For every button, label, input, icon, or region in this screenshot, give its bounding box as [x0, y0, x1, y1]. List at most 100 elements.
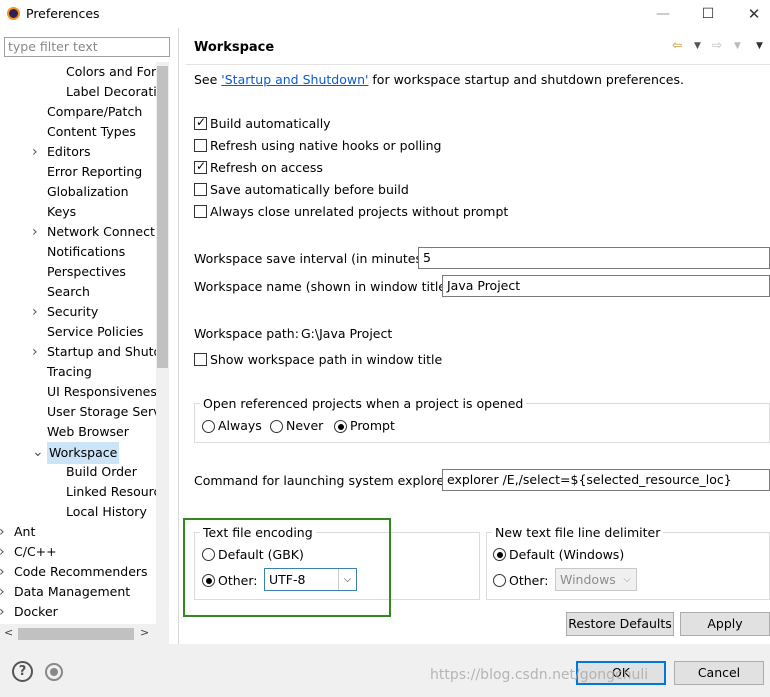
tree-item[interactable]: Notifications [0, 242, 156, 262]
default-delimiter-radio[interactable] [493, 548, 506, 561]
other-delimiter-radio[interactable] [493, 574, 506, 587]
tree-item-label: Compare/Patch [47, 104, 143, 119]
tree-item[interactable]: Perspectives [0, 262, 156, 282]
forward-menu-chevron-icon[interactable]: ▼ [734, 41, 741, 51]
scroll-right-icon[interactable]: > [140, 626, 149, 639]
tree-item-label: Service Policies [47, 324, 144, 339]
splitter[interactable] [178, 28, 179, 644]
tree-item[interactable]: › Code Recommenders [0, 562, 156, 582]
chevron-right-icon[interactable]: › [0, 522, 9, 542]
apply-button[interactable]: Apply [680, 612, 770, 636]
save-before-build-checkbox[interactable] [194, 183, 207, 196]
tree-item[interactable]: Content Types [0, 122, 156, 142]
chevron-right-icon[interactable]: › [32, 342, 42, 362]
chevron-right-icon[interactable]: › [32, 142, 42, 162]
tree-vertical-scrollbar[interactable] [156, 62, 169, 624]
tree-item[interactable]: Error Reporting [0, 162, 156, 182]
checkbox-label: Always close unrelated projects without … [210, 204, 509, 219]
restore-defaults-button[interactable]: Restore Defaults [566, 612, 674, 636]
tree-item-label: Content Types [47, 124, 136, 139]
watermark: https://blog.csdn.net/gongchuli [430, 667, 649, 683]
maximize-button[interactable]: ☐ [697, 4, 719, 24]
tree-item[interactable]: UI Responsiveness [0, 382, 156, 402]
tree-item[interactable]: Web Browser [0, 422, 156, 442]
startup-shutdown-link[interactable]: 'Startup and Shutdown' [221, 72, 368, 87]
tree-item[interactable]: Service Policies [0, 322, 156, 342]
tree-item[interactable]: ⌄ Workspace [0, 442, 156, 464]
workspace-name-input[interactable]: Java Project [442, 275, 770, 297]
tree-item-label: Build Order [66, 464, 137, 479]
forward-arrow-icon[interactable]: ⇨ [712, 38, 722, 52]
tree-item[interactable]: Local History [0, 502, 156, 522]
refresh-on-access-checkbox[interactable] [194, 159, 207, 174]
build-automatically-checkbox[interactable] [194, 115, 207, 130]
open-projects-title: Open referenced projects when a project … [200, 396, 527, 411]
chevron-right-icon[interactable]: › [32, 222, 42, 242]
never-radio[interactable] [270, 420, 283, 433]
tree-item-label: Startup and Shutd [47, 344, 156, 359]
radio-label: Always [218, 418, 262, 433]
checkbox-label: Build automatically [210, 116, 331, 131]
tree-item[interactable]: Colors and For [0, 62, 156, 82]
chevron-right-icon[interactable]: › [0, 602, 9, 622]
view-menu-icon[interactable]: ▼ [756, 41, 763, 51]
show-path-checkbox[interactable] [194, 353, 207, 366]
scrollbar-thumb[interactable] [157, 66, 168, 368]
chevron-right-icon[interactable]: › [0, 582, 9, 602]
explorer-label: Command for launching system explorer: [194, 473, 454, 488]
back-arrow-icon[interactable]: ⇦ [672, 38, 682, 52]
record-macro-icon[interactable] [45, 663, 63, 681]
close-unrelated-projects-checkbox[interactable] [194, 205, 207, 218]
radio-label: Never [286, 418, 324, 433]
tree-item[interactable]: › Network Connectic [0, 222, 156, 242]
tree-item-label: C/C++ [14, 544, 57, 559]
minimize-button[interactable]: — [652, 4, 674, 24]
tree-item-label: Workspace [47, 442, 120, 464]
tree-item[interactable]: Label Decoratio [0, 82, 156, 102]
chevron-right-icon[interactable]: › [0, 542, 9, 562]
preferences-tree[interactable]: Colors and For Label Decoratio Compare/Pat… [0, 62, 156, 624]
tree-item[interactable]: › Startup and Shutd [0, 342, 156, 362]
tree-item[interactable]: › Editors [0, 142, 156, 162]
tree-horizontal-scrollbar[interactable]: < > [0, 624, 169, 644]
tree-item-label: Label Decoratio [66, 84, 156, 99]
chevron-right-icon[interactable]: › [32, 302, 42, 322]
prompt-radio[interactable] [334, 420, 347, 433]
tree-item-label: Editors [47, 144, 91, 159]
help-icon[interactable]: ? [12, 661, 33, 682]
tree-item[interactable]: Tracing [0, 362, 156, 382]
tree-item[interactable]: Linked Resourc [0, 482, 156, 502]
tree-item[interactable]: › C/C++ [0, 542, 156, 562]
tree-item-label: Keys [47, 204, 77, 219]
always-radio[interactable] [202, 420, 215, 433]
tree-item[interactable]: › Docker [0, 602, 156, 622]
workspace-path-value: G:\Java Project [301, 326, 393, 341]
chevron-down-icon[interactable]: ⌄ [32, 442, 44, 462]
tree-item[interactable]: Search [0, 282, 156, 302]
filter-input[interactable]: type filter text [4, 37, 170, 57]
checkbox-label: Refresh using native hooks or polling [210, 138, 442, 153]
tree-item-label: Ant [14, 524, 36, 539]
tree-item[interactable]: › Security [0, 302, 156, 322]
cancel-button[interactable]: Cancel [674, 661, 764, 685]
tree-item[interactable]: Compare/Patch [0, 102, 156, 122]
scroll-left-icon[interactable]: < [4, 626, 13, 639]
tree-item[interactable]: User Storage Serv [0, 402, 156, 422]
tree-item[interactable]: Keys [0, 202, 156, 222]
other-delimiter-label: Other: [509, 573, 549, 588]
refresh-native-hooks-checkbox[interactable] [194, 139, 207, 152]
scrollbar-thumb[interactable] [18, 628, 134, 640]
tree-item-label: Search [47, 284, 90, 299]
intro-text: See 'Startup and Shutdown' for workspace… [194, 72, 684, 87]
delimiter-value: Windows [560, 572, 616, 587]
tree-item[interactable]: › Ant [0, 522, 156, 542]
chevron-down-icon: ⌵ [623, 574, 631, 585]
explorer-command-input[interactable]: explorer /E,/select=${selected_resource_… [442, 469, 770, 491]
tree-item[interactable]: Globalization [0, 182, 156, 202]
chevron-right-icon[interactable]: › [0, 562, 9, 582]
tree-item[interactable]: Build Order [0, 462, 156, 482]
save-interval-input[interactable]: 5 [418, 247, 770, 269]
close-button[interactable]: ✕ [743, 4, 765, 24]
back-menu-chevron-icon[interactable]: ▼ [694, 41, 701, 51]
tree-item[interactable]: › Data Management [0, 582, 156, 602]
